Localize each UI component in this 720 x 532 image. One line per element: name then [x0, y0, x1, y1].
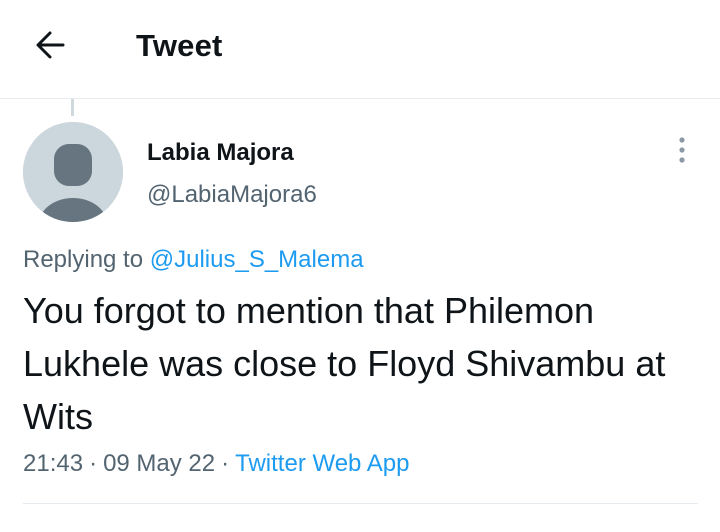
meta-separator: · — [89, 450, 98, 477]
avatar[interactable] — [23, 122, 123, 222]
tweet-metadata: 21:43 · 09 May 22 · Twitter Web App — [23, 450, 409, 478]
author-handle[interactable]: @LabiaMajora6 — [147, 181, 317, 209]
meta-separator: · — [221, 450, 230, 477]
replying-to-label: Replying to — [23, 246, 144, 273]
back-button[interactable] — [26, 22, 76, 72]
arrow-left-icon — [34, 28, 68, 67]
tweet-text: You forgot to mention that Philemon Lukh… — [23, 290, 666, 437]
thread-connector-line — [71, 99, 74, 116]
tweet-time[interactable]: 21:43 — [23, 450, 83, 477]
default-avatar-icon — [23, 122, 123, 222]
vertical-ellipsis-icon — [677, 135, 687, 170]
page-title: Tweet — [136, 28, 223, 63]
replying-to: Replying to @Julius_S_Malema — [23, 246, 364, 274]
more-options-button[interactable] — [664, 134, 700, 170]
tweet-date[interactable]: 09 May 22 — [103, 450, 215, 477]
divider — [23, 503, 698, 504]
replying-to-mention-link[interactable]: @Julius_S_Malema — [150, 246, 364, 273]
top-bar: Tweet — [0, 0, 720, 99]
author-name[interactable]: Labia Majora — [147, 139, 294, 167]
tweet-source-link[interactable]: Twitter Web App — [235, 450, 409, 477]
